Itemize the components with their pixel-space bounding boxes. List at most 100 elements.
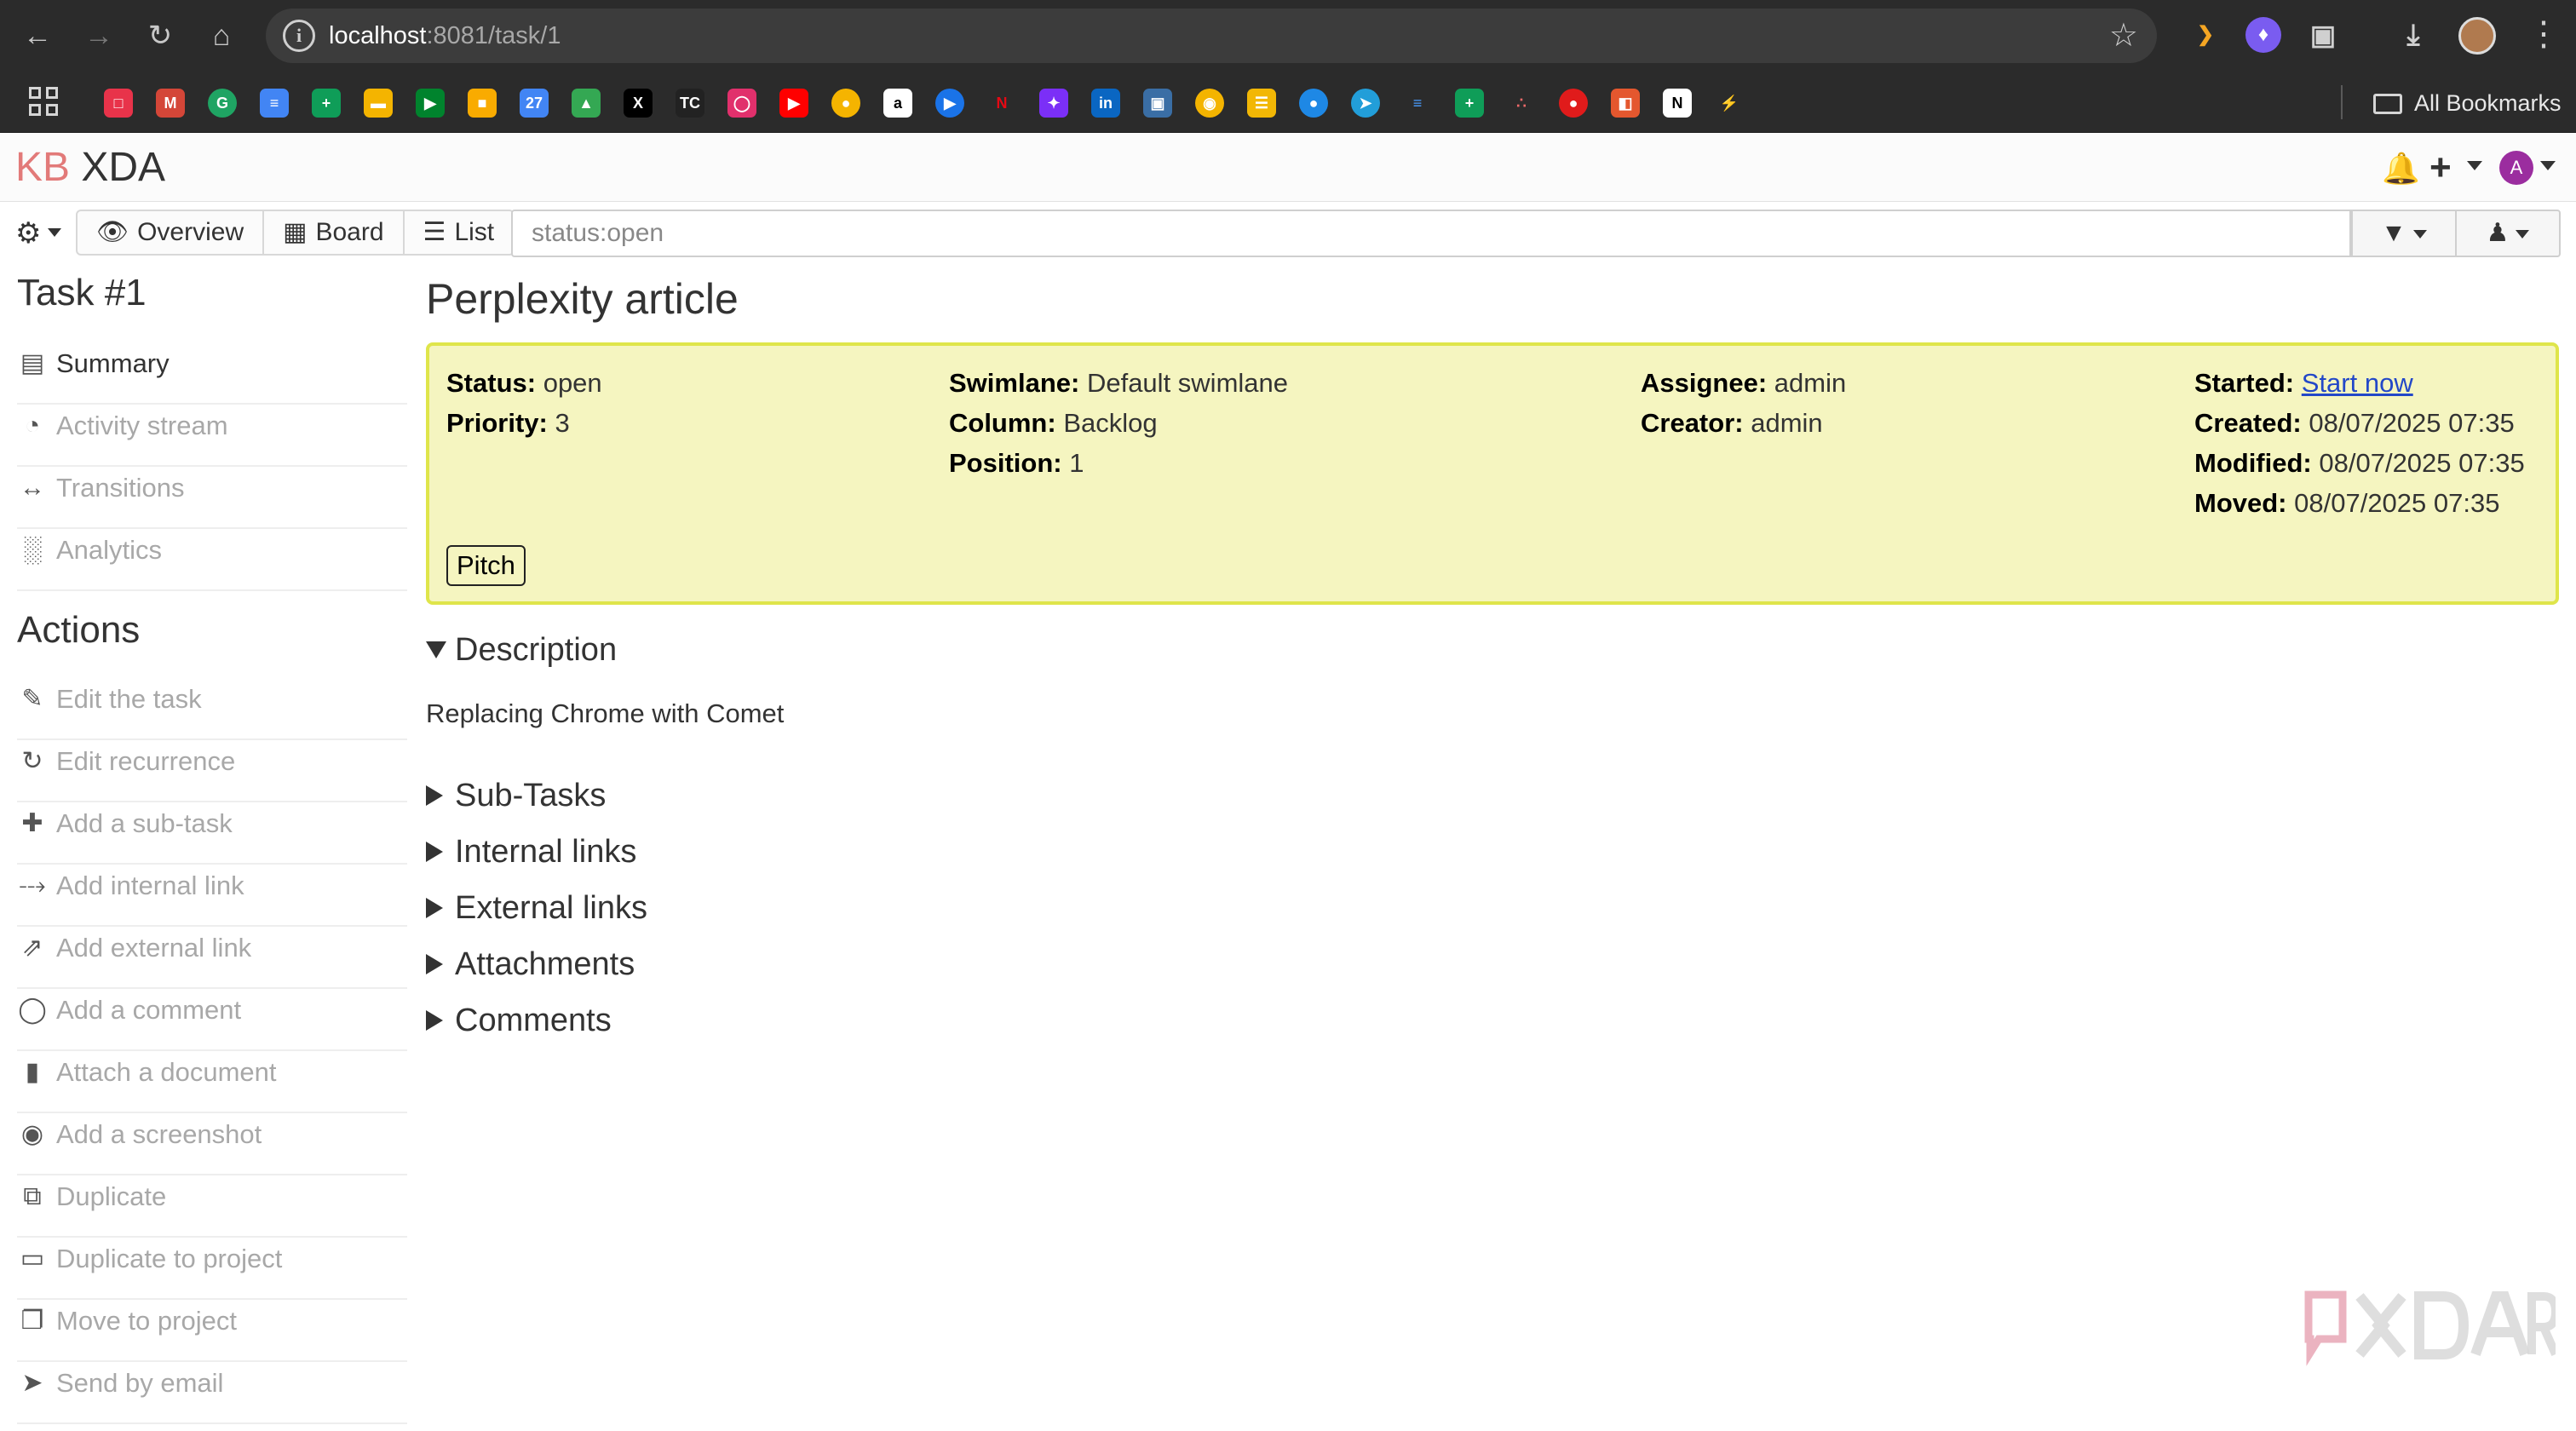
bookmark-icon[interactable]: ▲ <box>572 89 601 118</box>
internal-links-toggle[interactable]: Internal links <box>426 830 636 873</box>
bookmark-icon[interactable]: ● <box>1559 89 1588 118</box>
subtasks-toggle[interactable]: Sub-Tasks <box>426 774 606 817</box>
bookmark-icon[interactable]: ☰ <box>1247 89 1276 118</box>
bookmark-icon[interactable]: + <box>1455 89 1484 118</box>
browser-menu-icon[interactable]: ⋮ <box>2527 14 2561 55</box>
bookmark-icon[interactable]: M <box>156 89 185 118</box>
user-avatar[interactable]: A <box>2499 151 2533 185</box>
bookmark-icon[interactable]: in <box>1091 89 1120 118</box>
extension-icon[interactable]: ❯ <box>2188 17 2223 53</box>
bookmark-icon[interactable]: ▶ <box>779 89 808 118</box>
bookmark-icon[interactable]: ● <box>1299 89 1328 118</box>
internal-links-heading: Internal links <box>455 834 637 870</box>
task-tag[interactable]: Pitch <box>446 545 526 586</box>
forward-arrow-icon[interactable]: → <box>78 15 119 56</box>
modified-value: 08/07/2025 07:35 <box>2319 448 2525 478</box>
task-title: Perplexity article <box>426 275 739 323</box>
action-add-comment[interactable]: ◯ Add a comment <box>17 989 407 1051</box>
bookmark-icon[interactable]: □ <box>104 89 133 118</box>
bookmark-icon[interactable]: 27 <box>520 89 549 118</box>
profile-avatar[interactable] <box>2458 17 2496 55</box>
bookmark-icon[interactable]: X <box>624 89 653 118</box>
puzzle-extensions-icon[interactable]: ▣ <box>2305 17 2341 53</box>
caret-right-icon <box>426 785 443 806</box>
action-add-screenshot[interactable]: ◉ Add a screenshot <box>17 1113 407 1175</box>
chevron-down-icon[interactable] <box>2540 161 2556 170</box>
bookmark-icon[interactable]: ● <box>831 89 860 118</box>
bookmark-icon[interactable]: ≡ <box>1403 89 1432 118</box>
filter-input[interactable]: status:open <box>511 210 2351 257</box>
bookmark-icon[interactable]: ◯ <box>727 89 756 118</box>
action-add-internal-link[interactable]: ⤏ Add internal link <box>17 865 407 927</box>
description-toggle[interactable]: Description <box>426 629 617 671</box>
action-duplicate[interactable]: ⧉ Duplicate <box>17 1175 407 1238</box>
action-label: Move to project <box>56 1306 237 1336</box>
list-button[interactable]: ☰ List <box>405 211 514 254</box>
bookmark-star-icon[interactable]: ☆ <box>2109 15 2138 56</box>
sidebar-item-summary[interactable]: ▤ Summary <box>17 342 407 405</box>
user-filter-dropdown-button[interactable]: ♟ <box>2455 210 2561 257</box>
caret-right-icon <box>426 1010 443 1031</box>
caret-right-icon <box>426 842 443 862</box>
attachments-toggle[interactable]: Attachments <box>426 943 635 986</box>
back-arrow-icon[interactable]: ← <box>17 15 58 56</box>
bookmark-icon[interactable]: ■ <box>468 89 497 118</box>
bookmark-icon[interactable]: ▬ <box>364 89 393 118</box>
bookmark-icon[interactable]: ▣ <box>1143 89 1172 118</box>
action-edit-recurrence[interactable]: ↻ Edit recurrence <box>17 740 407 802</box>
position-label: Position: <box>949 448 1062 478</box>
all-bookmarks-button[interactable]: All Bookmarks <box>2414 90 2562 117</box>
chevron-down-icon[interactable] <box>2467 161 2482 170</box>
action-move-to-project[interactable]: ❐ Move to project <box>17 1300 407 1362</box>
chevron-down-icon[interactable] <box>48 228 61 237</box>
bookmark-icon[interactable]: ∴ <box>1507 89 1536 118</box>
filter-dropdown-button[interactable]: ▼ <box>2351 210 2457 257</box>
action-attach-document[interactable]: ▮ Attach a document <box>17 1051 407 1113</box>
bookmark-icon[interactable]: N <box>1663 89 1692 118</box>
board-button[interactable]: ▦ Board <box>264 211 405 254</box>
bookmark-icon[interactable]: TC <box>676 89 704 118</box>
refresh-icon: ↻ <box>21 747 43 775</box>
sidebar-item-analytics[interactable]: ░ Analytics <box>17 529 407 591</box>
sidebar-item-transitions[interactable]: ↔ Transitions <box>17 467 407 529</box>
bookmark-icon[interactable]: ➤ <box>1351 89 1380 118</box>
bookmark-icon[interactable]: ▶ <box>416 89 445 118</box>
bell-icon[interactable]: 🔔 <box>2382 151 2420 187</box>
action-add-subtask[interactable]: ✚ Add a sub-task <box>17 802 407 865</box>
bookmark-icon[interactable]: ◧ <box>1611 89 1640 118</box>
extension-icon[interactable]: ♦ <box>2245 17 2281 53</box>
action-duplicate-to-project[interactable]: ▭ Duplicate to project <box>17 1238 407 1300</box>
bookmark-icon[interactable]: a <box>883 89 912 118</box>
home-icon[interactable]: ⌂ <box>201 15 242 56</box>
gear-icon[interactable]: ⚙ <box>15 216 41 250</box>
action-send-by-email[interactable]: ➤ Send by email <box>17 1362 407 1424</box>
bookmark-icon[interactable]: ⚡ <box>1715 89 1744 118</box>
external-links-toggle[interactable]: External links <box>426 887 647 929</box>
app-logo[interactable]: KB XDA <box>15 144 165 192</box>
download-icon[interactable]: ⤓ <box>2395 17 2431 53</box>
action-edit-task[interactable]: ✎ Edit the task <box>17 678 407 740</box>
apps-grid-icon[interactable] <box>29 87 60 118</box>
bookmark-icon[interactable]: ◉ <box>1195 89 1224 118</box>
overview-button[interactable]: 👁 Overview <box>78 211 265 254</box>
sidebar-item-activity-stream[interactable]: ◔ Activity stream <box>17 405 407 467</box>
comments-toggle[interactable]: Comments <box>426 999 612 1042</box>
url-text[interactable]: localhost:8081/task/1 <box>329 22 561 50</box>
bookmark-icon[interactable]: ≡ <box>260 89 289 118</box>
bookmark-icon[interactable]: N <box>987 89 1016 118</box>
bookmark-icon[interactable]: G <box>208 89 237 118</box>
status-label: Status: <box>446 368 537 398</box>
site-info-icon[interactable]: i <box>283 20 315 52</box>
action-add-external-link[interactable]: ⇗ Add external link <box>17 927 407 989</box>
sidebar-item-label: Activity stream <box>56 411 228 440</box>
plus-menu-icon[interactable]: + <box>2429 144 2452 192</box>
bookmark-icon[interactable]: + <box>312 89 341 118</box>
project-title: XDA <box>81 145 166 190</box>
reload-icon[interactable]: ↻ <box>140 15 181 56</box>
address-bar[interactable]: i localhost:8081/task/1 ☆ <box>266 9 2157 63</box>
bookmark-icon[interactable]: ✦ <box>1039 89 1068 118</box>
bookmark-icon[interactable]: ▶ <box>935 89 964 118</box>
position-value: 1 <box>1069 448 1084 478</box>
creator-field: Creator: admin <box>1641 403 1823 443</box>
start-now-link[interactable]: Start now <box>2302 368 2413 398</box>
